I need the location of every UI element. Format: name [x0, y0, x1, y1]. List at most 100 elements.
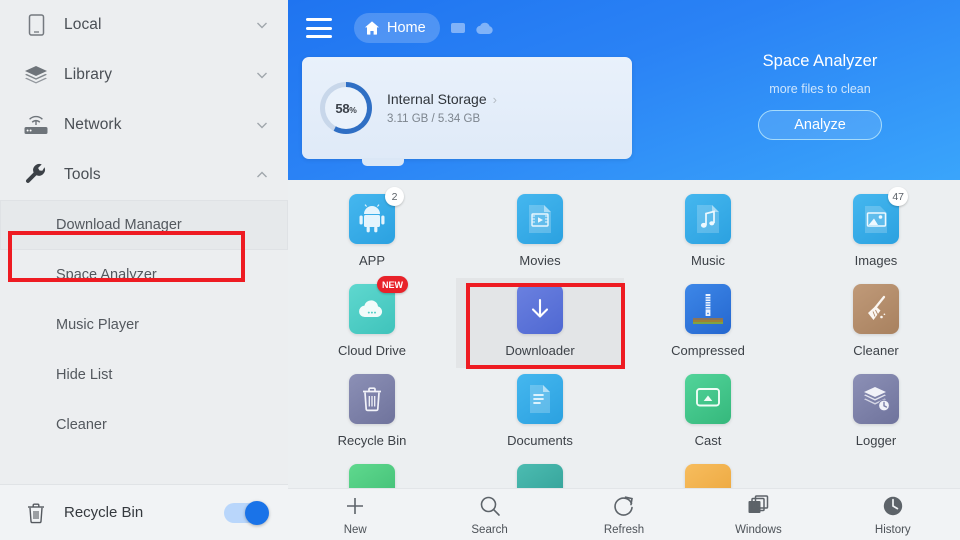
layers-icon [22, 61, 50, 89]
hamburger-icon[interactable] [306, 18, 332, 38]
image-file-icon: 47 [853, 187, 908, 244]
grid-item-app[interactable]: 2 APP [288, 187, 456, 278]
storage-detail: 3.11 GB / 5.34 GB [387, 113, 481, 125]
grid-item-cleaner[interactable]: Cleaner [792, 278, 960, 368]
analyzer-subtitle: more files to clean [769, 82, 871, 96]
search-icon [478, 494, 502, 518]
broom-icon [853, 284, 899, 334]
breadcrumb-extra [450, 21, 494, 35]
windows-icon [746, 494, 770, 518]
download-icon [517, 284, 563, 334]
grid-item-images[interactable]: 47 Images [792, 187, 960, 278]
wrench-icon [22, 161, 50, 189]
toolbar-label: New [343, 523, 367, 536]
chevron-right-icon: › [492, 91, 497, 107]
grid-item-label: Compressed [671, 343, 745, 358]
chevron-up-icon [254, 167, 270, 183]
toolbar-label: Windows [735, 523, 782, 536]
logger-icon [853, 374, 899, 424]
sdcard-icon[interactable] [450, 21, 466, 35]
sidebar-group-tools[interactable]: Tools [0, 150, 288, 200]
grid-item-documents[interactable]: Documents [456, 368, 624, 458]
home-icon [364, 20, 380, 36]
toolbar-windows[interactable]: Windows [691, 494, 825, 536]
sidebar-item-label: Hide List [56, 367, 113, 383]
grid-item-label: APP [358, 253, 385, 268]
toolbar-refresh[interactable]: Refresh [557, 494, 691, 536]
history-icon [881, 494, 905, 518]
top-bar: Home [288, 0, 960, 56]
doc-file-icon [517, 374, 563, 424]
breadcrumb-home[interactable]: Home [354, 13, 440, 43]
toolbar-label: Refresh [603, 523, 645, 536]
sidebar-item-label: Music Player [56, 317, 139, 333]
space-analyzer-promo: Space Analyzer more files to clean Analy… [680, 52, 960, 140]
grid-item-cast[interactable]: Cast [624, 368, 792, 458]
sidebar-scroll-area: Local Library Network Tools Download Man… [0, 0, 288, 484]
analyze-button[interactable]: Analyze [758, 110, 882, 140]
toolbar-new[interactable]: New [288, 494, 422, 536]
sidebar-recycle-bin-row[interactable]: Recycle Bin [0, 484, 288, 540]
internal-storage-card[interactable]: 58% Internal Storage › 3.11 GB / 5.34 GB [302, 57, 632, 166]
sidebar-group-label: Local [64, 16, 102, 33]
sidebar-item-label: Download Manager [56, 217, 182, 233]
chevron-down-icon [254, 17, 270, 33]
grid-item-compressed[interactable]: Compressed [624, 278, 792, 368]
music-file-icon [685, 194, 731, 244]
storage-text: Internal Storage › 3.11 GB / 5.34 GB [387, 91, 497, 125]
storage-title-row: Internal Storage › [387, 91, 497, 107]
grid-item-label: Movies [519, 253, 561, 268]
plus-icon [343, 494, 367, 518]
sidebar-item-cleaner[interactable]: Cleaner [0, 400, 288, 450]
video-file-icon [517, 194, 563, 244]
sidebar-item-music-player[interactable]: Music Player [0, 300, 288, 350]
zip-icon [685, 284, 731, 334]
toolbar-history[interactable]: History [826, 494, 960, 536]
file-manager-app: Local Library Network Tools Download Man… [0, 0, 960, 540]
storage-percent: 58% [335, 100, 357, 116]
grid-item-logger[interactable]: Logger [792, 368, 960, 458]
sidebar-group-network[interactable]: Network [0, 100, 288, 150]
recycle-bin-toggle[interactable] [224, 500, 269, 525]
sidebar-group-local[interactable]: Local [0, 0, 288, 50]
grid-item-cloud-drive[interactable]: NEW Cloud Drive [288, 276, 456, 368]
cast-icon [685, 374, 731, 424]
analyzer-title: Space Analyzer [762, 52, 878, 70]
toolbar-label: History [874, 523, 911, 536]
grid-item-label: Music [691, 253, 725, 268]
android-icon: 2 [349, 187, 404, 244]
sidebar-item-hide-list[interactable]: Hide List [0, 350, 288, 400]
sidebar-group-label: Network [64, 116, 122, 133]
trash-icon [22, 499, 50, 527]
main-panel: Home 58% Internal Storage › 3.11 GB / 5.… [288, 0, 960, 540]
sidebar-group-label: Tools [64, 166, 101, 183]
grid-item-label: Logger [855, 433, 897, 448]
sidebar-item-label: Cleaner [56, 417, 107, 433]
sidebar-item-label: Space Analyzer [56, 267, 157, 283]
grid-item-downloader[interactable]: Downloader [456, 278, 624, 368]
cloud-icon[interactable] [475, 22, 494, 35]
grid-item-label: Cleaner [853, 343, 899, 358]
grid-item-label: Images [854, 253, 898, 268]
toolbar-search[interactable]: Search [422, 494, 556, 536]
trash-tile-icon [349, 374, 395, 424]
images-badge: 47 [888, 187, 908, 206]
sidebar-group-label: Library [64, 66, 113, 83]
category-grid: 2 APP Movies Music 47 Images NEW Cloud D… [288, 180, 960, 514]
sidebar-item-space-analyzer[interactable]: Space Analyzer [0, 250, 288, 300]
grid-item-label: Recycle Bin [337, 433, 407, 448]
grid-item-movies[interactable]: Movies [456, 188, 624, 278]
grid-item-label: Downloader [505, 343, 575, 358]
sidebar: Local Library Network Tools Download Man… [0, 0, 288, 540]
chevron-down-icon [254, 67, 270, 83]
sidebar-item-download-manager[interactable]: Download Manager [0, 200, 288, 250]
grid-item-music[interactable]: Music [624, 188, 792, 278]
toolbar-label: Search [471, 523, 508, 536]
phone-icon [22, 11, 50, 39]
router-icon [22, 111, 50, 139]
header-banner: Home 58% Internal Storage › 3.11 GB / 5.… [288, 0, 960, 180]
sidebar-group-library[interactable]: Library [0, 50, 288, 100]
grid-item-recycle-bin[interactable]: Recycle Bin [288, 368, 456, 458]
storage-title: Internal Storage [387, 91, 487, 107]
sidebar-recycle-bin-label: Recycle Bin [64, 504, 144, 521]
